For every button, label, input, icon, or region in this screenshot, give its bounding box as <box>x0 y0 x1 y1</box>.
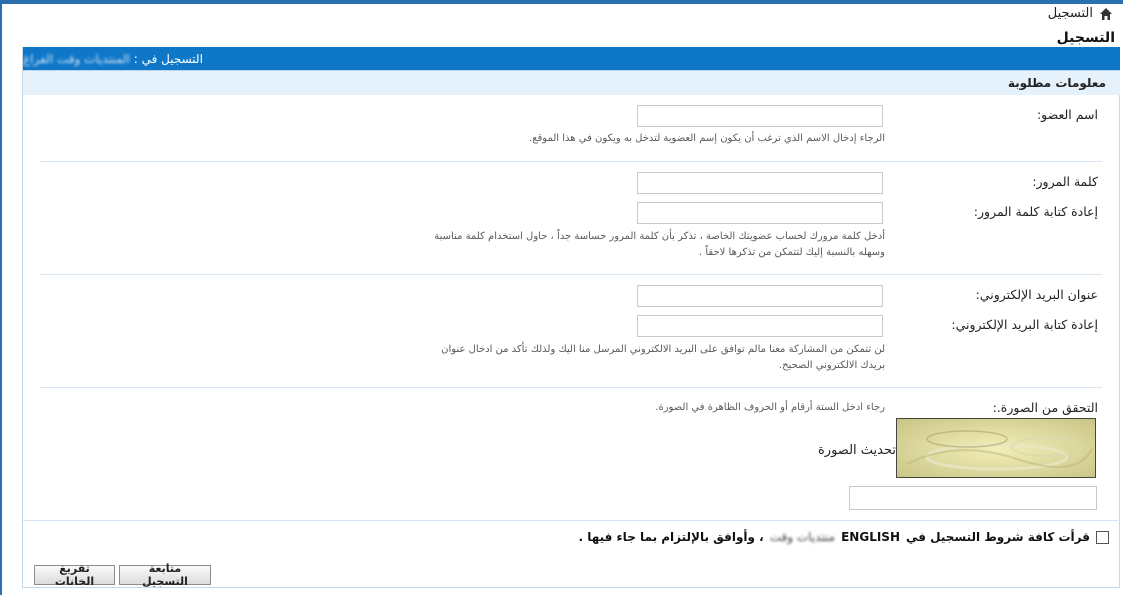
breadcrumb[interactable]: التسجيل <box>1048 6 1113 21</box>
password-hint-line2: وسهله بالنسبة إليك لتتمكن من تذكرها لاحق… <box>699 247 885 258</box>
username-hint: الرجاء إدخال الاسم الذي ترغب أن يكون إسم… <box>529 133 885 144</box>
terms-text-part1: قرأت كافة شروط التسجيل في <box>906 530 1090 544</box>
password-hint: أدخل كلمة مرورك لحساب عضويتك الخاصة ، تذ… <box>365 229 885 261</box>
breadcrumb-label[interactable]: التسجيل <box>1048 6 1093 21</box>
form-header-site: المنتديات وقت الفراغ <box>23 51 130 66</box>
captcha-label: التحقق من الصورة.: <box>992 400 1098 415</box>
email-label: عنوان البريد الإلكتروني: <box>975 287 1098 302</box>
captcha-input[interactable] <box>849 486 1097 510</box>
home-icon[interactable] <box>1099 7 1113 21</box>
email-hint-line2: بريدك الالكتروني الصحيح. <box>778 360 885 371</box>
captcha-hint: رجاء ادخل الستة أرقام أو الحروف الظاهرة … <box>655 402 885 413</box>
separator <box>40 387 1102 388</box>
email-hint-line1: لن تتمكن من المشاركة معنا مالم توافق على… <box>441 344 885 355</box>
password-hint-line1: أدخل كلمة مرورك لحساب عضويتك الخاصة ، تذ… <box>434 231 885 242</box>
terms-text-part2: ، وأوافق بالإلتزام بما جاء فيها . <box>578 530 764 544</box>
terms-text-site: منتديات وقت <box>769 530 836 544</box>
terms-row: قرأت كافة شروط التسجيل في ENGLISH منتديا… <box>578 530 1109 544</box>
username-label: اسم العضو: <box>1036 107 1098 122</box>
email-confirm-input[interactable] <box>637 315 883 337</box>
captcha-image <box>896 418 1096 478</box>
email-hint: لن تتمكن من المشاركة معنا مالم توافق على… <box>365 342 885 374</box>
page-title: التسجيل <box>1056 30 1115 46</box>
separator <box>40 274 1102 275</box>
captcha-refresh-link[interactable]: تحديث الصورة <box>818 443 896 458</box>
email-confirm-label: إعادة كتابة البريد الإلكتروني: <box>951 317 1098 332</box>
section-title: معلومات مطلوبة <box>23 70 1120 95</box>
reset-button[interactable]: تفريغ الخانات <box>34 562 115 588</box>
password-label: كلمة المرور: <box>1032 174 1098 189</box>
terms-text-latin: ENGLISH <box>841 530 900 544</box>
form-header: التسجيل في : المنتديات وقت الفراغ <box>23 47 1120 70</box>
separator <box>40 161 1102 162</box>
password-confirm-label: إعادة كتابة كلمة المرور: <box>973 204 1098 219</box>
password-input[interactable] <box>637 172 883 194</box>
captcha-graphic <box>897 419 1095 477</box>
submit-button[interactable]: متابعة التسجيل <box>119 562 211 588</box>
terms-checkbox[interactable] <box>1096 530 1109 544</box>
form-header-prefix: التسجيل في : <box>133 51 203 66</box>
username-input[interactable] <box>637 105 883 127</box>
separator <box>23 520 1120 521</box>
password-confirm-input[interactable] <box>637 202 883 224</box>
email-input[interactable] <box>637 285 883 307</box>
